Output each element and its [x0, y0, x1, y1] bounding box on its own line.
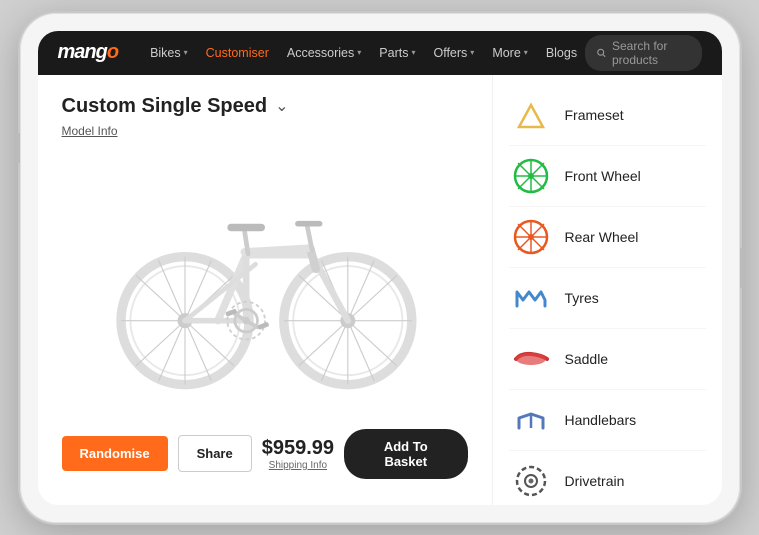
drivetrain-label: Drivetrain — [565, 473, 625, 489]
randomise-button[interactable]: Randomise — [62, 436, 168, 471]
model-info-link[interactable]: Model Info — [62, 124, 468, 138]
chevron-down-icon: ▾ — [184, 48, 188, 57]
nav-links: Bikes ▾ Customiser Accessories ▾ Parts ▾… — [142, 42, 585, 64]
chevron-down-icon: ▾ — [524, 48, 528, 57]
dropdown-icon: ⌄ — [275, 96, 288, 116]
nav-customiser[interactable]: Customiser — [198, 42, 277, 64]
bike-preview — [62, 148, 468, 419]
frameset-label: Frameset — [565, 107, 624, 123]
part-item-handlebars[interactable]: Handlebars — [509, 390, 706, 451]
part-item-rear-wheel[interactable]: Rear Wheel — [509, 207, 706, 268]
price-display: $959.99 — [262, 437, 334, 460]
chevron-down-icon: ▾ — [470, 48, 474, 57]
part-item-tyres[interactable]: Tyres — [509, 268, 706, 329]
tablet-screen: mango Bikes ▾ Customiser Accessories ▾ P… — [38, 31, 722, 505]
saddle-label: Saddle — [565, 351, 609, 367]
tablet-frame: mango Bikes ▾ Customiser Accessories ▾ P… — [20, 13, 740, 523]
navigation-bar: mango Bikes ▾ Customiser Accessories ▾ P… — [38, 31, 722, 75]
part-item-drivetrain[interactable]: Drivetrain — [509, 451, 706, 505]
chevron-down-icon: ▾ — [357, 48, 361, 57]
search-icon — [597, 47, 606, 59]
tyres-label: Tyres — [565, 290, 599, 306]
tyres-icon — [509, 276, 553, 320]
price-block: $959.99 Shipping Info — [262, 437, 334, 471]
rear-wheel-label: Rear Wheel — [565, 229, 639, 245]
logo[interactable]: mango — [58, 41, 119, 64]
share-button[interactable]: Share — [178, 435, 252, 472]
nav-offers[interactable]: Offers ▾ — [425, 42, 482, 64]
parts-panel: Frameset — [492, 75, 722, 505]
front-wheel-icon — [509, 154, 553, 198]
nav-bikes[interactable]: Bikes ▾ — [142, 42, 196, 64]
part-item-front-wheel[interactable]: Front Wheel — [509, 146, 706, 207]
saddle-icon — [509, 337, 553, 381]
chevron-down-icon: ▾ — [411, 48, 415, 57]
front-wheel-label: Front Wheel — [565, 168, 641, 184]
part-item-saddle[interactable]: Saddle — [509, 329, 706, 390]
search-placeholder: Search for products — [612, 39, 690, 67]
nav-parts[interactable]: Parts ▾ — [371, 42, 423, 64]
drivetrain-icon — [509, 459, 553, 503]
nav-more[interactable]: More ▾ — [484, 42, 536, 64]
frameset-icon — [509, 93, 553, 137]
left-panel: Custom Single Speed ⌄ Model Info — [38, 75, 492, 505]
search-bar[interactable]: Search for products — [585, 35, 701, 71]
handlebars-label: Handlebars — [565, 412, 637, 428]
bike-svg — [105, 173, 425, 393]
model-title: Custom Single Speed — [62, 95, 268, 118]
add-to-basket-button[interactable]: Add To Basket — [344, 429, 467, 479]
handlebars-icon — [509, 398, 553, 442]
nav-blogs[interactable]: Blogs — [538, 42, 585, 64]
bottom-bar: Randomise Share $959.99 Shipping Info Ad… — [62, 419, 468, 485]
model-selector[interactable]: Custom Single Speed ⌄ — [62, 95, 468, 118]
part-item-frameset[interactable]: Frameset — [509, 85, 706, 146]
main-content: Custom Single Speed ⌄ Model Info — [38, 75, 722, 505]
rear-wheel-icon — [509, 215, 553, 259]
nav-accessories[interactable]: Accessories ▾ — [279, 42, 369, 64]
shipping-info-link[interactable]: Shipping Info — [262, 460, 334, 471]
